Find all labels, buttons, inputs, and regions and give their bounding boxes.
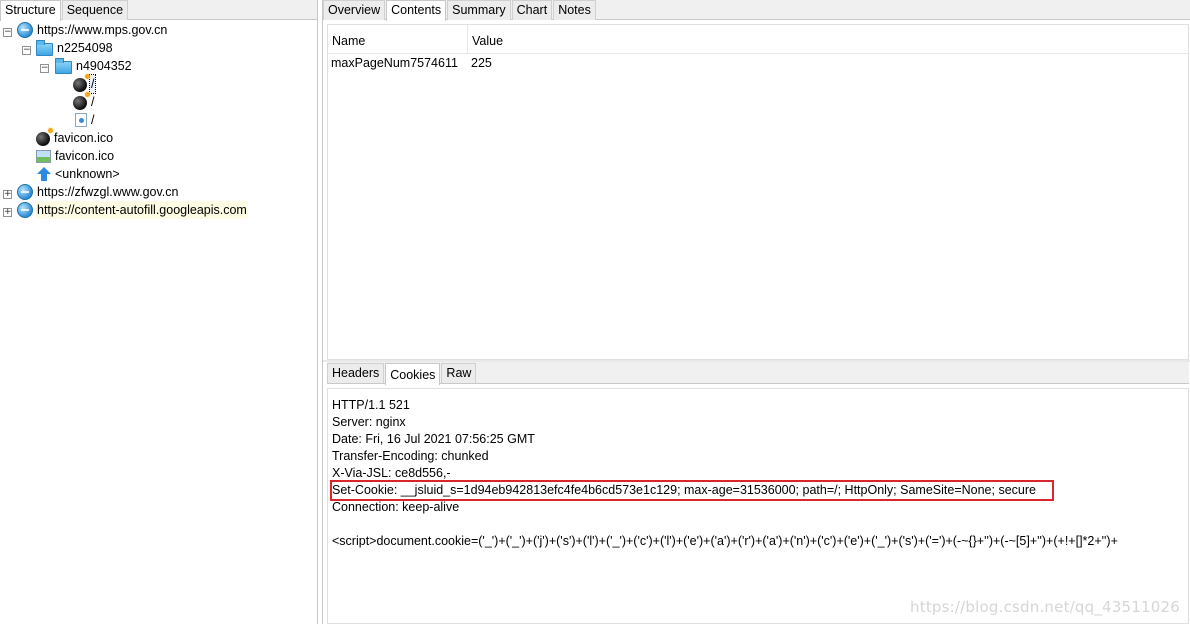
tree-node-label: https://zfwzgl.www.gov.cn [37, 185, 179, 199]
collapse-toggle-host1[interactable]: − [3, 28, 12, 37]
globe-icon [17, 22, 33, 38]
tab-headers[interactable]: Headers [327, 363, 385, 383]
table-row[interactable]: maxPageNum7574611 225 [328, 54, 1188, 74]
tree-node-label: / [91, 95, 95, 109]
tree-node-label: <unknown> [55, 167, 120, 181]
tree-node-host-zfwzgl[interactable]: https://zfwzgl.www.gov.cn [17, 183, 180, 201]
column-header-name[interactable]: Name [328, 25, 468, 53]
header-date: Date: Fri, 16 Jul 2021 07:56:25 GMT [332, 432, 535, 446]
tree-node-host-googleapis[interactable]: https://content-autofill.googleapis.com [17, 201, 248, 219]
response-body-script: <script>document.cookie=('_')+('_')+('j'… [332, 534, 1118, 548]
header-set-cookie-highlighted: Set-Cookie: __jsluid_s=1d94eb942813efc4f… [330, 480, 1054, 501]
tab-chart[interactable]: Chart [511, 0, 553, 20]
folder-icon [55, 57, 72, 74]
tree-node-label: favicon.ico [55, 149, 115, 163]
header-x-via-jsl: X-Via-JSL: ce8d556,- [332, 466, 451, 480]
tree-node-label: n4904352 [76, 59, 132, 73]
expand-toggle-host2[interactable]: + [3, 190, 12, 199]
tree-node-label: / [91, 113, 95, 127]
column-header-value[interactable]: Value [468, 25, 1188, 53]
collapse-toggle-folder2[interactable]: − [40, 64, 49, 73]
resource-file-icon [75, 113, 87, 127]
image-file-icon [36, 149, 51, 163]
header-server: Server: nginx [332, 415, 406, 429]
tree-node-resource-3[interactable]: / [75, 111, 95, 129]
detail-tab-bar: Overview Contents Summary Chart Notes [323, 0, 1190, 21]
tab-raw[interactable]: Raw [441, 363, 477, 383]
tab-summary[interactable]: Summary [447, 0, 511, 20]
watermark-text: https://blog.csdn.net/qq_43511026 [910, 598, 1180, 616]
request-contents-area: Overview Contents Summary Chart Notes Na… [323, 0, 1190, 360]
tab-structure[interactable]: Structure [0, 0, 61, 21]
collapse-toggle-folder1[interactable]: − [22, 46, 31, 55]
tree-node-favicon-1[interactable]: favicon.ico [36, 128, 114, 147]
tree-node-label: / [88, 74, 97, 94]
charles-proxy-window: Structure Sequence − https://www.mps.gov… [0, 0, 1190, 624]
globe-icon [17, 184, 33, 200]
globe-icon [17, 202, 33, 218]
folder-icon [36, 39, 53, 56]
tree-node-folder-n4904352[interactable]: n4904352 [55, 57, 133, 75]
response-status-line: HTTP/1.1 521 [332, 398, 410, 412]
response-tab-bar: Headers Cookies Raw [327, 362, 1189, 385]
tab-cookies[interactable]: Cookies [385, 363, 441, 385]
expand-toggle-host3[interactable]: + [3, 208, 12, 217]
tree-node-resource-1[interactable]: / [73, 74, 97, 94]
tree-node-resource-2[interactable]: / [73, 92, 95, 111]
structure-pane: Structure Sequence − https://www.mps.gov… [0, 0, 318, 624]
cell-value: 225 [471, 56, 492, 70]
tree-node-folder-n2254098[interactable]: n2254098 [36, 39, 114, 57]
params-table: Name Value maxPageNum7574611 225 [327, 24, 1189, 360]
tab-overview[interactable]: Overview [323, 0, 386, 20]
host-tree: − https://www.mps.gov.cn − n2254098 − n4… [0, 20, 317, 624]
header-transfer-encoding: Transfer-Encoding: chunked [332, 449, 489, 463]
tree-node-label: favicon.ico [54, 131, 114, 145]
tab-notes[interactable]: Notes [553, 0, 596, 20]
error-bomb-icon [36, 128, 53, 146]
tab-contents[interactable]: Contents [386, 0, 447, 21]
tree-node-unknown[interactable]: <unknown> [37, 165, 121, 183]
detail-pane: Overview Contents Summary Chart Notes Na… [322, 0, 1190, 624]
raw-response-view[interactable]: HTTP/1.1 521 Server: nginx Date: Fri, 16… [327, 388, 1189, 624]
error-bomb-icon [73, 74, 90, 92]
tab-sequence[interactable]: Sequence [61, 0, 129, 20]
tree-node-label: n2254098 [57, 41, 113, 55]
cell-name: maxPageNum7574611 [331, 56, 458, 70]
tree-node-favicon-2[interactable]: favicon.ico [36, 147, 115, 165]
tree-node-label: https://www.mps.gov.cn [37, 23, 168, 37]
tree-node-label: https://content-autofill.googleapis.com [36, 201, 248, 219]
left-tab-bar: Structure Sequence [0, 0, 317, 21]
table-header: Name Value [328, 25, 1188, 54]
error-bomb-icon [73, 92, 90, 110]
tree-node-host-mps[interactable]: https://www.mps.gov.cn [17, 21, 168, 39]
upload-arrow-icon [37, 167, 51, 181]
header-connection: Connection: keep-alive [332, 500, 460, 514]
